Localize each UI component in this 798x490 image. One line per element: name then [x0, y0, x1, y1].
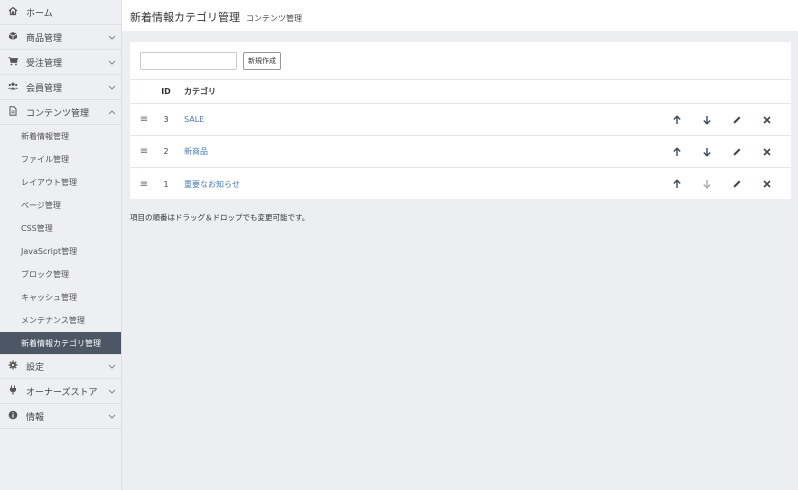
nav-order[interactable]: 受注管理	[0, 50, 121, 75]
nav-setting[interactable]: 設定	[0, 354, 121, 379]
subnav-news[interactable]: 新着情報管理	[0, 125, 121, 148]
file-icon	[8, 105, 18, 119]
drag-handle-icon[interactable]: ≡	[139, 114, 149, 125]
nav-product[interactable]: 商品管理	[0, 25, 121, 50]
subnav-cache[interactable]: キャッシュ管理	[0, 286, 121, 309]
nav-customer-label: 会員管理	[26, 83, 63, 94]
chevron-down-icon	[103, 362, 121, 371]
nav-setting-label: 設定	[26, 363, 45, 373]
reorder-hint: 項目の順番はドラッグ＆ドロップでも変更可能です。	[130, 213, 310, 222]
drag-handle-icon[interactable]: ≡	[139, 146, 149, 157]
column-header-category: カテゴリ	[184, 87, 216, 96]
main-area: 新着情報カテゴリ管理 コンテンツ管理 新規作成 ID カテゴリ ≡ 3 SALE…	[122, 0, 798, 490]
cart-icon	[8, 56, 19, 69]
pencil-icon[interactable]	[730, 177, 744, 191]
subnav-news-category[interactable]: 新着情報カテゴリ管理	[0, 332, 121, 354]
nav-info[interactable]: 情報	[0, 404, 121, 429]
create-button[interactable]: 新規作成	[243, 51, 281, 70]
row-id: 1	[163, 179, 169, 189]
subnav-block[interactable]: ブロック管理	[0, 263, 121, 286]
page-header: 新着情報カテゴリ管理 コンテンツ管理	[122, 0, 798, 31]
category-card: 新規作成 ID カテゴリ ≡ 3 SALE ≡ 2 新商品 ≡ 1 重要なお知ら…	[130, 42, 791, 199]
table-header: ID カテゴリ	[130, 80, 791, 104]
close-icon[interactable]	[760, 113, 774, 127]
subnav-layout[interactable]: レイアウト管理	[0, 171, 121, 194]
row-id: 3	[163, 115, 169, 124]
chevron-down-icon	[103, 33, 121, 42]
subnav-javascript[interactable]: JavaScript管理	[0, 240, 121, 263]
subnav-css[interactable]: CSS管理	[0, 217, 121, 240]
nav-store-label: オーナーズストア	[26, 387, 98, 398]
table-row[interactable]: ≡ 1 重要なお知らせ	[130, 168, 791, 200]
chevron-down-icon	[103, 58, 121, 67]
nav-store[interactable]: オーナーズストア	[0, 379, 121, 404]
subnav-maintenance[interactable]: メンテナンス管理	[0, 309, 121, 332]
nav-customer[interactable]: 会員管理	[0, 75, 121, 100]
category-link[interactable]: SALE	[184, 115, 204, 124]
plug-icon	[8, 385, 18, 398]
arrow-down-icon	[700, 177, 714, 191]
nav-content[interactable]: コンテンツ管理	[0, 100, 121, 125]
drag-handle-icon[interactable]: ≡	[139, 179, 149, 190]
subnav-file[interactable]: ファイル管理	[0, 148, 121, 171]
nav-info-label: 情報	[26, 412, 45, 423]
table-row[interactable]: ≡ 2 新商品	[130, 136, 791, 168]
home-icon	[8, 6, 18, 19]
info-icon	[8, 410, 18, 423]
page-title: 新着情報カテゴリ管理	[130, 11, 240, 24]
row-id: 2	[163, 147, 169, 156]
users-icon	[8, 81, 18, 94]
nav-home-label: ホーム	[26, 8, 53, 19]
arrow-up-icon[interactable]	[670, 145, 684, 159]
nav-content-label: コンテンツ管理	[26, 108, 90, 119]
close-icon[interactable]	[760, 145, 774, 159]
pencil-icon[interactable]	[730, 145, 744, 159]
category-name-input[interactable]	[140, 51, 237, 70]
nav-order-label: 受注管理	[26, 58, 63, 69]
category-link[interactable]: 新商品	[184, 147, 208, 156]
chevron-up-icon	[103, 108, 121, 117]
close-icon[interactable]	[760, 177, 774, 191]
arrow-down-icon[interactable]	[700, 145, 714, 159]
create-toolbar: 新規作成	[130, 42, 791, 80]
page-subtitle: コンテンツ管理	[246, 14, 302, 23]
arrow-down-icon[interactable]	[700, 113, 714, 127]
chevron-down-icon	[103, 387, 121, 396]
gear-icon	[8, 360, 18, 373]
sidebar: ホーム 商品管理 受注管理 会員管理 コンテンツ管理 新着情報管理 ファイル管理…	[0, 0, 122, 490]
arrow-up-icon[interactable]	[670, 177, 684, 191]
arrow-up-icon[interactable]	[670, 113, 684, 127]
subnav-page[interactable]: ページ管理	[0, 194, 121, 217]
cube-icon	[8, 31, 18, 44]
category-link[interactable]: 重要なお知らせ	[184, 180, 240, 189]
nav-home[interactable]: ホーム	[0, 0, 121, 25]
chevron-down-icon	[103, 412, 121, 421]
chevron-down-icon	[103, 83, 121, 92]
table-row[interactable]: ≡ 3 SALE	[130, 104, 791, 136]
nav-product-label: 商品管理	[26, 33, 63, 44]
column-header-id: ID	[161, 87, 171, 96]
pencil-icon[interactable]	[730, 113, 744, 127]
